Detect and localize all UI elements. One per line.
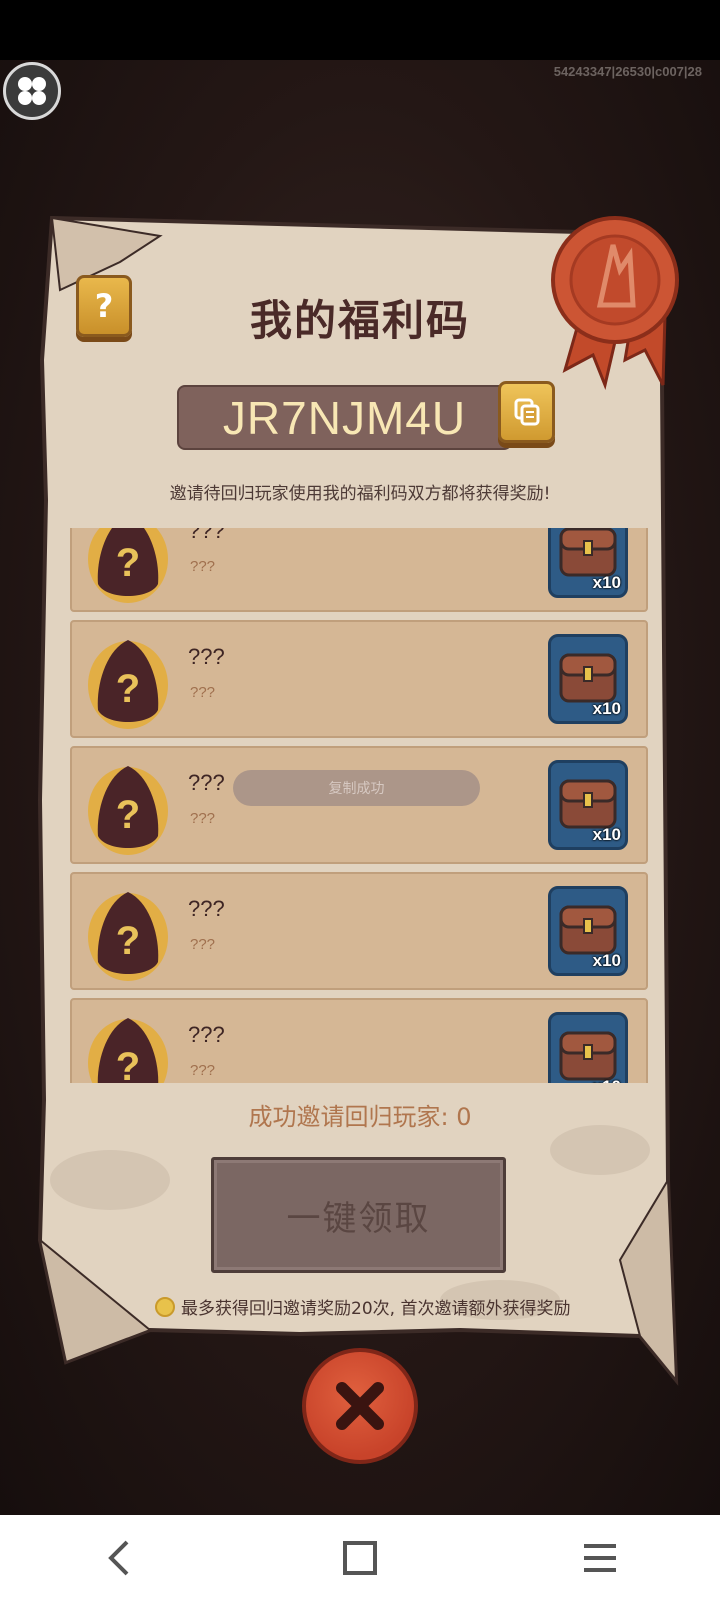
reward-row: ? ??? ??? x10 (70, 998, 648, 1083)
panel-title: 我的福利码 (249, 296, 470, 345)
svg-text:?: ? (116, 1045, 140, 1083)
copy-success-toast: 复制成功 (233, 770, 480, 806)
reward-subtitle: ??? (190, 810, 216, 827)
reward-limit-text: 最多获得回归邀请奖励20次, 首次邀请额外获得奖励 (181, 1299, 571, 1319)
chest-count: x10 (592, 825, 621, 844)
menu-lines-icon (584, 1543, 616, 1572)
reward-row: ? ??? ??? x10 (70, 620, 648, 738)
treasure-chest-icon: x10 (548, 1012, 628, 1083)
chest-count: x10 (592, 573, 621, 592)
system-navigation-bar (0, 1515, 720, 1600)
treasure-chest-icon: x10 (548, 886, 628, 976)
nav-home-button[interactable] (320, 1523, 400, 1593)
copy-icon (514, 398, 539, 426)
claim-all-label: 一键领取 (286, 1198, 431, 1239)
reward-title: ??? (188, 770, 225, 795)
welfare-code-value: JR7NJM4U (222, 391, 467, 444)
reward-title: ??? (188, 896, 225, 921)
reward-subtitle: ??? (190, 684, 216, 701)
nav-recents-button[interactable] (560, 1523, 640, 1593)
reward-title: ??? (188, 644, 225, 669)
svg-text:?: ? (116, 541, 140, 585)
reward-row: ? ??? ??? x10 (70, 872, 648, 990)
reward-subtitle: ??? (190, 936, 216, 953)
treasure-chest-icon: x10 (548, 528, 628, 598)
back-icon (108, 1540, 129, 1575)
nav-back-button[interactable] (80, 1523, 160, 1593)
copy-code-button[interactable] (498, 381, 555, 443)
reward-title: ??? (188, 528, 225, 543)
reward-subtitle: ??? (190, 558, 216, 575)
treasure-chest-icon: x10 (548, 760, 628, 850)
mystery-bag-icon: ? (88, 1018, 168, 1083)
mystery-bag-icon: ? (88, 892, 168, 981)
welfare-code-box: JR7NJM4U (177, 385, 512, 450)
chest-count: x10 (592, 951, 621, 970)
coin-icon (155, 1296, 175, 1317)
svg-text:?: ? (116, 793, 140, 837)
home-square-icon (343, 1540, 377, 1575)
chest-count: x10 (592, 699, 621, 718)
close-x-icon (336, 1382, 384, 1430)
mystery-bag-icon: ? (88, 640, 168, 729)
close-button[interactable] (302, 1348, 418, 1464)
mystery-bag-icon: ? (88, 528, 168, 603)
invite-description: 邀请待回归玩家使用我的福利码双方都将获得奖励! (169, 484, 551, 504)
claim-all-button[interactable]: 一键领取 (211, 1157, 506, 1273)
reward-title: ??? (188, 1022, 225, 1047)
svg-text:?: ? (116, 667, 140, 711)
invite-success-count: 成功邀请回归玩家: 0 (248, 1103, 472, 1131)
reward-subtitle: ??? (190, 1062, 216, 1079)
svg-text:?: ? (116, 919, 140, 963)
treasure-chest-icon: x10 (548, 634, 628, 724)
reward-limit-note: 最多获得回归邀请奖励20次, 首次邀请额外获得奖励 (155, 1294, 570, 1319)
mystery-bag-icon: ? (88, 766, 168, 855)
reward-row: ? ??? ??? x10 (70, 528, 648, 612)
chest-count: x10 (593, 1077, 621, 1083)
